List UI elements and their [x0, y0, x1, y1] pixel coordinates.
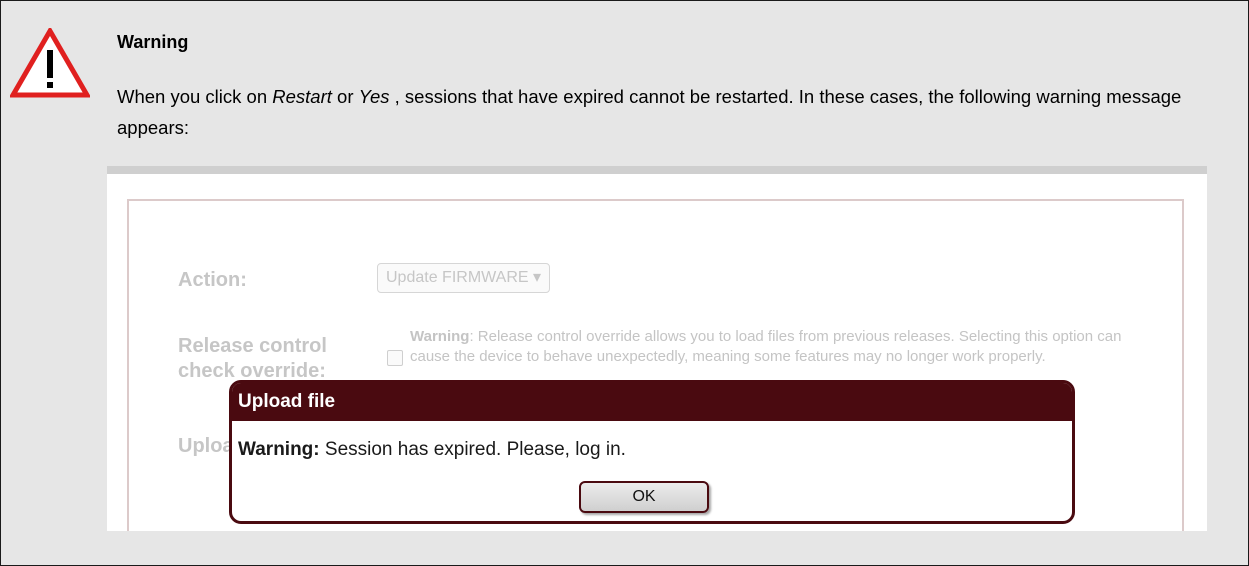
release-override-checkbox[interactable] — [387, 350, 403, 366]
note-title: Warning — [117, 32, 189, 52]
warning-triangle-icon — [10, 28, 90, 98]
screenshot-top-bar — [107, 166, 1207, 174]
action-label: Action: — [178, 269, 247, 291]
dialog-message: Warning: Session has expired. Please, lo… — [238, 439, 626, 460]
yes-term: Yes — [358, 86, 390, 107]
embedded-screenshot: Action: Update FIRMWARE ▾ Release contro… — [107, 166, 1207, 531]
action-select[interactable]: Update FIRMWARE ▾ — [377, 263, 551, 293]
restart-term: Restart — [272, 86, 332, 107]
note-text: When you click on Restart or Yes , sessi… — [117, 86, 1182, 138]
dialog-title: Upload file — [232, 383, 1072, 421]
release-control-label: Release control check override: — [178, 335, 327, 382]
upload-file-dialog: Upload file Warning: Session has expired… — [229, 380, 1075, 524]
upload-label: Uploa — [178, 435, 234, 457]
warning-note-box: Warning When you click on Restart or Yes… — [0, 0, 1249, 566]
release-override-help: Warning: Release control override allows… — [410, 328, 1122, 365]
ok-button[interactable]: OK — [579, 481, 709, 513]
